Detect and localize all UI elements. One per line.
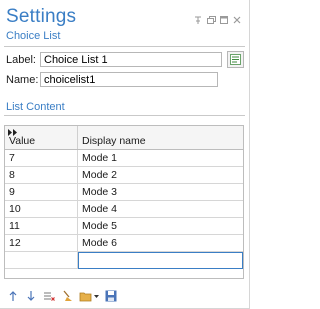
choice-list-table: Value Display name 7 Mode 1 8 Mode 2 9 M… [4, 125, 244, 279]
clear-icon[interactable] [61, 289, 73, 301]
new-row[interactable] [5, 251, 243, 269]
pin-icon[interactable] [194, 11, 202, 24]
page-subtitle: Choice List [6, 30, 61, 42]
move-down-icon[interactable] [25, 289, 37, 301]
table-header-row: Value Display name [5, 126, 243, 150]
label-field[interactable] [40, 52, 222, 67]
table-row[interactable]: 7 Mode 1 [5, 149, 243, 167]
page-title: Settings [6, 6, 77, 27]
display-name-cell[interactable]: Mode 2 [77, 166, 243, 184]
save-icon[interactable] [105, 289, 117, 302]
table-row[interactable]: 10 Mode 4 [5, 200, 243, 218]
display-name-cell[interactable]: Mode 1 [77, 149, 243, 167]
section-title: List Content [6, 101, 65, 113]
table-toolbar [7, 289, 117, 302]
table-row[interactable]: 12 Mode 6 [5, 234, 243, 252]
display-name-cell[interactable]: Mode 3 [77, 183, 243, 201]
close-icon[interactable] [233, 11, 241, 24]
delete-icon[interactable] [43, 289, 55, 301]
column-header-value[interactable]: Value [5, 126, 78, 150]
move-up-icon[interactable] [7, 289, 19, 301]
value-cell[interactable]: 9 [5, 183, 78, 201]
value-cell[interactable]: 11 [5, 217, 78, 235]
display-name-cell[interactable]: Mode 5 [77, 217, 243, 235]
settings-window: Settings Choice List Label: Name: List C… [0, 0, 250, 309]
name-caption: Name: [6, 74, 39, 86]
name-field[interactable] [40, 72, 218, 87]
value-cell[interactable]: 8 [5, 166, 78, 184]
float-icon[interactable] [207, 11, 216, 24]
section-divider [4, 115, 245, 116]
value-cell[interactable]: 7 [5, 149, 78, 167]
open-file-icon[interactable] [79, 289, 99, 302]
window-controls [194, 11, 241, 24]
new-display-name-cell[interactable] [77, 251, 243, 269]
column-header-display-name[interactable]: Display name [77, 126, 243, 150]
display-name-cell[interactable]: Mode 6 [77, 234, 243, 252]
column-header-label: Display name [82, 135, 146, 147]
header-divider [4, 46, 245, 47]
table-row[interactable]: 11 Mode 5 [5, 217, 243, 235]
table-row[interactable]: 9 Mode 3 [5, 183, 243, 201]
new-value-cell[interactable] [5, 251, 78, 269]
table-row[interactable]: 8 Mode 2 [5, 166, 243, 184]
label-edit-icon[interactable] [227, 51, 244, 68]
value-cell[interactable]: 10 [5, 200, 78, 218]
expand-icon[interactable] [8, 127, 18, 139]
display-name-cell[interactable]: Mode 4 [77, 200, 243, 218]
maximize-icon[interactable] [220, 11, 228, 24]
value-cell[interactable]: 12 [5, 234, 78, 252]
label-caption: Label: [6, 54, 36, 66]
